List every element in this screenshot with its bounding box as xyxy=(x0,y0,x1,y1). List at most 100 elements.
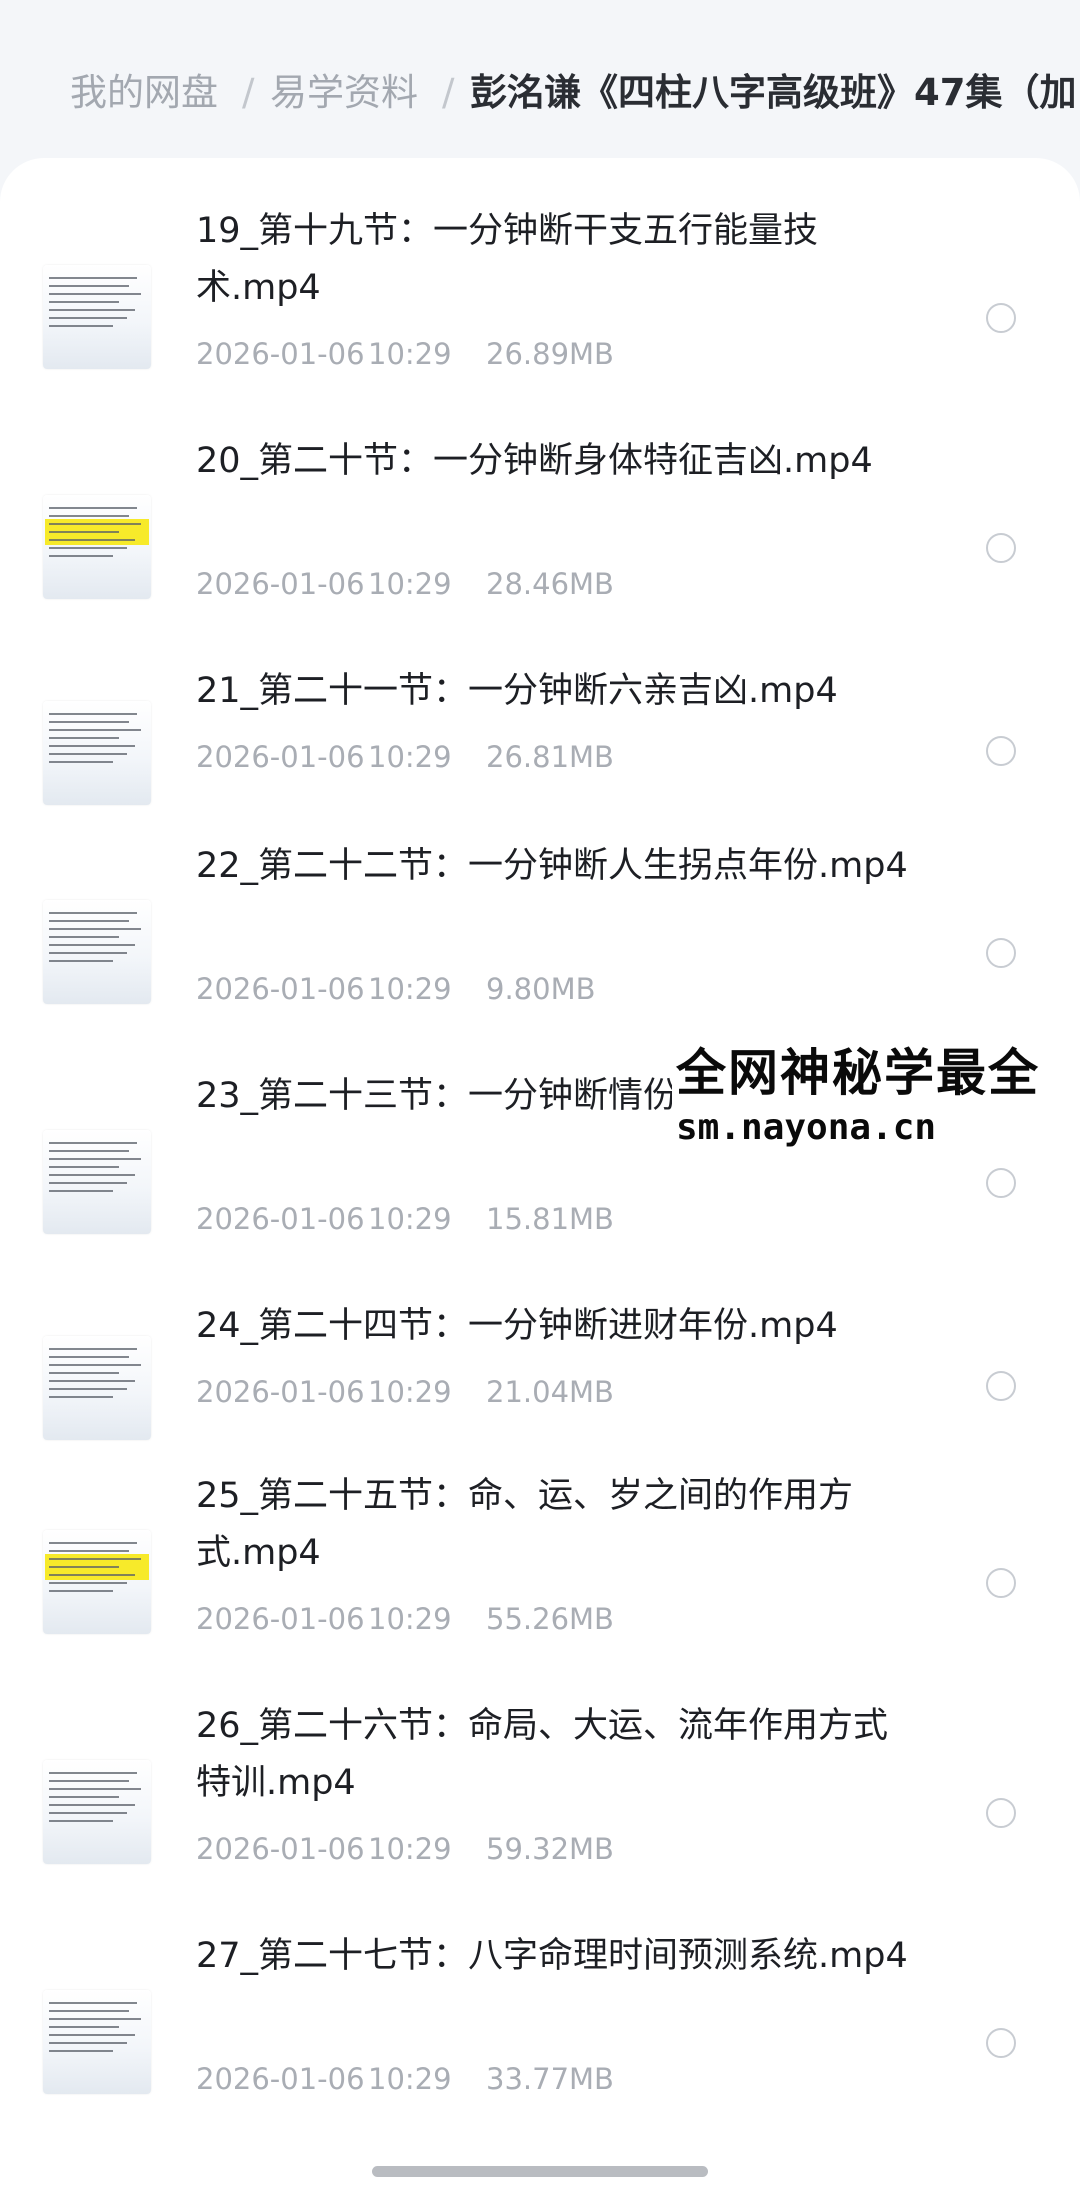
breadcrumb-separator: / xyxy=(242,71,255,114)
thumbnail-text-line xyxy=(49,1348,137,1350)
home-indicator[interactable] xyxy=(372,2166,708,2177)
thumbnail-text-line xyxy=(49,745,135,747)
radio-circle-icon[interactable] xyxy=(986,1371,1016,1401)
file-row[interactable]: 25_第二十五节：命、运、岁之间的作用方式.mp4 2026-01-06 10:29… xyxy=(0,1468,1080,1688)
file-name[interactable]: 25_第二十五节：命、运、岁之间的作用方式.mp4 xyxy=(196,1468,916,1582)
thumbnail-text-line xyxy=(49,1812,127,1814)
file-time: 10:29 xyxy=(368,1375,452,1409)
file-row[interactable]: 19_第十九节：一分钟断干支五行能量技术.mp4 2026-01-06 10:29 2… xyxy=(0,203,1080,423)
file-name[interactable]: 22_第二十二节：一分钟断人生拐点年份.mp4 xyxy=(196,838,916,895)
file-date: 2026-01-06 xyxy=(196,1202,365,1236)
video-thumbnail-icon xyxy=(43,1760,151,1864)
radio-circle-icon[interactable] xyxy=(986,533,1016,563)
thumbnail-text-line xyxy=(49,1388,127,1390)
thumbnail-text-line xyxy=(49,1372,119,1374)
file-time: 10:29 xyxy=(368,1602,452,1636)
file-date: 2026-01-06 xyxy=(196,337,365,371)
file-time: 10:29 xyxy=(368,2062,452,2096)
file-date: 2026-01-06 xyxy=(196,972,365,1006)
radio-circle-icon[interactable] xyxy=(986,938,1016,968)
file-date: 2026-01-06 xyxy=(196,1602,365,1636)
thumbnail-text-line xyxy=(49,960,113,962)
thumbnail-text-line xyxy=(49,920,129,922)
file-name[interactable]: 21_第二十一节：一分钟断六亲吉凶.mp4 xyxy=(196,663,916,720)
thumbnail-text-line xyxy=(49,547,127,549)
file-row[interactable]: 22_第二十二节：一分钟断人生拐点年份.mp4 2026-01-06 10:29 9.… xyxy=(0,838,1080,1058)
file-time: 10:29 xyxy=(368,337,452,371)
thumbnail-text-line xyxy=(49,1396,113,1398)
video-thumbnail-icon xyxy=(43,1990,151,2094)
file-date: 2026-01-06 xyxy=(196,567,365,601)
breadcrumb: 我的网盘 / 易学资料 / 彭洺谦《四柱八字高级班》47集（加 xyxy=(0,0,1080,160)
watermark-url: sm.nayona.cn xyxy=(676,1107,937,1148)
thumbnail-text-line xyxy=(49,1142,137,1144)
watermark-title: 全网神秘学最全 xyxy=(676,1044,1040,1102)
thumbnail-text-line xyxy=(49,2002,137,2004)
file-date: 2026-01-06 xyxy=(196,1832,365,1866)
video-thumbnail-icon xyxy=(43,265,151,369)
file-name[interactable]: 26_第二十六节：命局、大运、流年作用方式特训.mp4 xyxy=(196,1698,916,1812)
file-name[interactable]: 20_第二十节：一分钟断身体特征吉凶.mp4 xyxy=(196,433,916,490)
file-row[interactable]: 27_第二十七节：八字命理时间预测系统.mp4 2026-01-06 10:29 33… xyxy=(0,1928,1080,2148)
file-row[interactable]: 24_第二十四节：一分钟断进财年份.mp4 2026-01-06 10:29 21.0… xyxy=(0,1298,1080,1458)
radio-circle-icon[interactable] xyxy=(986,1568,1016,1598)
thumbnail-text-line xyxy=(49,2010,129,2012)
video-thumbnail-icon xyxy=(43,1336,151,1440)
radio-circle-icon[interactable] xyxy=(986,1168,1016,1198)
thumbnail-text-line xyxy=(49,531,119,533)
thumbnail-text-line xyxy=(49,1780,129,1782)
file-size: 26.81MB xyxy=(486,740,614,774)
thumbnail-text-line xyxy=(49,1364,141,1366)
thumbnail-text-line xyxy=(49,1158,141,1160)
file-name[interactable]: 27_第二十七节：八字命理时间预测系统.mp4 xyxy=(196,1928,916,1985)
thumbnail-text-line xyxy=(49,1550,129,1552)
file-date: 2026-01-06 xyxy=(196,1375,365,1409)
file-size: 26.89MB xyxy=(486,337,614,371)
thumbnail-text-line xyxy=(49,539,135,541)
radio-circle-icon[interactable] xyxy=(986,303,1016,333)
thumbnail-text-line xyxy=(49,753,127,755)
thumbnail-text-line xyxy=(49,2026,119,2028)
thumbnail-text-line xyxy=(49,1150,129,1152)
file-list-panel: 19_第十九节：一分钟断干支五行能量技术.mp4 2026-01-06 10:29 2… xyxy=(0,158,1080,2212)
file-time: 10:29 xyxy=(368,1832,452,1866)
thumbnail-text-line xyxy=(49,1558,141,1560)
thumbnail-text-line xyxy=(49,1796,119,1798)
radio-circle-icon[interactable] xyxy=(986,736,1016,766)
thumbnail-text-line xyxy=(49,1166,119,1168)
file-row[interactable]: 21_第二十一节：一分钟断六亲吉凶.mp4 2026-01-06 10:29 26.8… xyxy=(0,663,1080,823)
thumbnail-text-line xyxy=(49,301,119,303)
thumbnail-text-line xyxy=(49,2034,135,2036)
thumbnail-text-line xyxy=(49,713,137,715)
file-size: 28.46MB xyxy=(486,567,614,601)
file-name[interactable]: 19_第十九节：一分钟断干支五行能量技术.mp4 xyxy=(196,203,916,317)
file-row[interactable]: 26_第二十六节：命局、大运、流年作用方式特训.mp4 2026-01-06 10:… xyxy=(0,1698,1080,1918)
file-size: 15.81MB xyxy=(486,1202,614,1236)
thumbnail-text-line xyxy=(49,1356,129,1358)
breadcrumb-item-parent[interactable]: 易学资料 xyxy=(270,74,418,111)
file-size: 55.26MB xyxy=(486,1602,614,1636)
breadcrumb-item-current: 彭洺谦《四柱八字高级班》47集（加 xyxy=(470,71,1077,114)
thumbnail-text-line xyxy=(49,912,137,914)
thumbnail-text-line xyxy=(49,325,113,327)
thumbnail-text-line xyxy=(49,1542,137,1544)
thumbnail-text-line xyxy=(49,1582,127,1584)
breadcrumb-item-root[interactable]: 我的网盘 xyxy=(70,74,218,111)
thumbnail-text-line xyxy=(49,1182,127,1184)
radio-circle-icon[interactable] xyxy=(986,1798,1016,1828)
file-row[interactable]: 20_第二十节：一分钟断身体特征吉凶.mp4 2026-01-06 10:29 28.… xyxy=(0,433,1080,653)
thumbnail-text-line xyxy=(49,936,119,938)
file-time: 10:29 xyxy=(368,567,452,601)
thumbnail-text-line xyxy=(49,2042,127,2044)
thumbnail-text-line xyxy=(49,1788,141,1790)
thumbnail-text-line xyxy=(49,515,129,517)
thumbnail-text-line xyxy=(49,523,141,525)
thumbnail-text-line xyxy=(49,293,141,295)
radio-circle-icon[interactable] xyxy=(986,2028,1016,2058)
thumbnail-text-line xyxy=(49,1590,113,1592)
video-thumbnail-icon xyxy=(43,495,151,599)
file-size: 33.77MB xyxy=(486,2062,614,2096)
file-size: 59.32MB xyxy=(486,1832,614,1866)
file-name[interactable]: 24_第二十四节：一分钟断进财年份.mp4 xyxy=(196,1298,916,1355)
thumbnail-text-line xyxy=(49,1566,119,1568)
